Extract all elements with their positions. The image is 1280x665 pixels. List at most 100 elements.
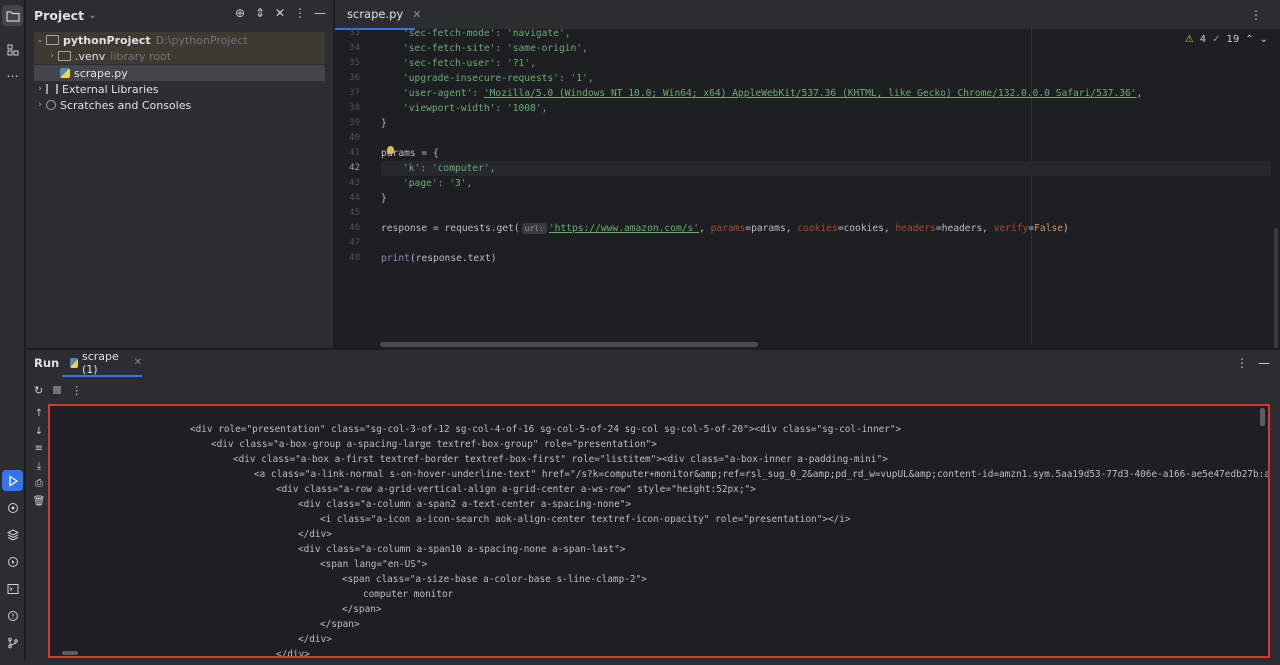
console-vertical-scrollbar[interactable]: [1260, 408, 1265, 426]
console-side-toolbar: ↑ ↓ ≡ ⤓ ⎙ 🗑: [32, 408, 46, 514]
expand-all-icon[interactable]: ⇕: [253, 6, 267, 20]
python-packages-icon[interactable]: [2, 524, 23, 545]
locate-icon[interactable]: ⊕: [233, 6, 247, 20]
tree-item-label: .venv: [75, 49, 106, 63]
tree-item-label: Scratches and Consoles: [60, 98, 192, 112]
problems-icon[interactable]: [2, 605, 23, 626]
console-line: <div role="presentation" class="sg-col-3…: [190, 424, 902, 435]
scroll-up-icon[interactable]: ↑: [32, 408, 46, 426]
python-console-icon[interactable]: [2, 497, 23, 518]
code-line: response = requests.get(url:'https://www…: [381, 221, 1069, 236]
close-icon[interactable]: ✕: [412, 8, 421, 21]
inspection-widget[interactable]: ⚠ 4 ✓ 19 ⌃ ⌄: [1185, 34, 1268, 45]
python-file-icon: [70, 357, 78, 368]
code-line: 'user-agent': 'Mozilla/5.0 (Windows NT 1…: [381, 86, 1142, 101]
vertical-scrollbar[interactable]: [1274, 228, 1278, 348]
console-line: </span>: [342, 604, 382, 615]
scratches-icon: [46, 100, 56, 110]
code-text: (response.text): [409, 253, 497, 264]
line-number: 45: [349, 208, 360, 218]
collapsed-arrow-icon[interactable]: ›: [46, 51, 58, 61]
clear-all-icon[interactable]: 🗑: [32, 496, 46, 514]
code-text: 'page': '3',: [403, 178, 473, 189]
console-line: </div>: [276, 649, 310, 658]
tree-item-scrape-py[interactable]: scrape.py: [34, 65, 325, 81]
code-text: 'Mozilla/5.0 (Windows NT 10.0; Win64; x6…: [483, 88, 1137, 99]
code-text: cookies: [797, 223, 838, 234]
code-text: 'https://www.amazon.com/s': [548, 223, 700, 234]
collapsed-arrow-icon[interactable]: ›: [34, 84, 46, 94]
tree-item-path: D:\pythonProject: [155, 33, 248, 47]
line-number: 40: [349, 133, 360, 143]
code-line-current: 'k': 'computer',: [381, 161, 1271, 176]
code-text: response = requests.get(: [381, 223, 520, 234]
collapsed-arrow-icon[interactable]: ›: [34, 100, 46, 110]
console-line: </div>: [298, 529, 332, 540]
git-icon[interactable]: [2, 632, 23, 653]
console-horizontal-scrollbar[interactable]: [62, 651, 78, 655]
options-icon[interactable]: ⋮: [1236, 356, 1248, 370]
code-text: False: [1034, 223, 1064, 234]
tree-item-python-project[interactable]: ⌄ pythonProject D:\pythonProject: [34, 32, 325, 48]
chevron-up-icon[interactable]: ⌃: [1245, 34, 1253, 45]
tree-item-hint: library root: [110, 49, 172, 63]
chevron-down-icon[interactable]: ⌄: [88, 10, 96, 21]
chevron-down-icon[interactable]: ⌄: [1260, 34, 1268, 45]
code-text: }: [381, 193, 387, 204]
code-line: }: [381, 191, 387, 206]
code-text: verify: [993, 223, 1029, 234]
console-line: <span lang="en-US">: [320, 559, 428, 570]
line-number: 38: [349, 103, 360, 113]
project-toolbar: ⊕ ⇕ ✕ ⋮ —: [233, 6, 327, 20]
horizontal-scrollbar[interactable]: [380, 342, 758, 347]
structure-icon[interactable]: [2, 39, 23, 60]
line-number: 35: [349, 58, 360, 68]
run-menu: ⋮ —: [1236, 356, 1270, 370]
tree-item-venv[interactable]: › .venv library root: [34, 48, 325, 64]
code-text: 'k': 'computer',: [403, 163, 496, 174]
stop-icon[interactable]: [53, 386, 62, 394]
expanded-arrow-icon[interactable]: ⌄: [34, 35, 46, 45]
code-text: 'sec-fetch-user': '?1',: [403, 58, 536, 69]
soft-wrap-icon[interactable]: ≡: [32, 443, 46, 461]
run-header: Run scrape (1) ✕ ⋮ —: [26, 350, 1280, 377]
console-line: <div class="a-row a-grid-vertical-align …: [276, 484, 756, 495]
scroll-to-end-icon[interactable]: ⤓: [32, 461, 46, 479]
code-text: ): [1063, 223, 1069, 234]
close-icon[interactable]: ✕: [134, 357, 142, 368]
right-margin-guide: [1031, 26, 1032, 344]
rerun-icon[interactable]: ↻: [34, 384, 43, 397]
check-icon: ✓: [1212, 34, 1221, 45]
print-icon[interactable]: ⎙: [32, 478, 46, 496]
hide-icon[interactable]: —: [1258, 356, 1270, 370]
status-bar: [0, 660, 1280, 665]
tabs-more-icon[interactable]: ⋮: [1250, 8, 1262, 22]
tab-run-scrape[interactable]: scrape (1) ✕: [62, 350, 142, 377]
options-icon[interactable]: ⋮: [293, 6, 307, 20]
line-number: 37: [349, 88, 360, 98]
collapse-all-icon[interactable]: ✕: [273, 6, 287, 20]
line-number: 34: [349, 43, 360, 53]
project-folder-icon[interactable]: [2, 5, 23, 26]
parameter-hint: url:: [521, 223, 547, 234]
console-output[interactable]: <div role="presentation" class="sg-col-3…: [48, 404, 1270, 658]
scroll-down-icon[interactable]: ↓: [32, 426, 46, 444]
services-icon[interactable]: [2, 551, 23, 572]
tree-item-scratches[interactable]: › Scratches and Consoles: [26, 97, 191, 113]
console-line: <div class="a-box-group a-spacing-large …: [211, 439, 657, 450]
run-icon[interactable]: [2, 470, 23, 491]
line-number: 33: [349, 28, 360, 38]
line-number: 36: [349, 73, 360, 83]
code-text: params: [710, 223, 746, 234]
project-title[interactable]: Project: [34, 8, 84, 23]
more-tools-icon[interactable]: ⋯: [2, 65, 23, 86]
line-number: 39: [349, 118, 360, 128]
code-text: params = {: [381, 148, 439, 159]
more-icon[interactable]: ⋮: [71, 384, 82, 397]
code-line: 'sec-fetch-mode': 'navigate',: [381, 26, 571, 41]
tree-item-external-libraries[interactable]: › External Libraries: [26, 81, 158, 97]
folder-icon: [58, 51, 71, 61]
terminal-icon[interactable]: [2, 578, 23, 599]
hide-icon[interactable]: —: [313, 6, 327, 20]
code-line: 'viewport-width': '1008',: [381, 101, 547, 116]
